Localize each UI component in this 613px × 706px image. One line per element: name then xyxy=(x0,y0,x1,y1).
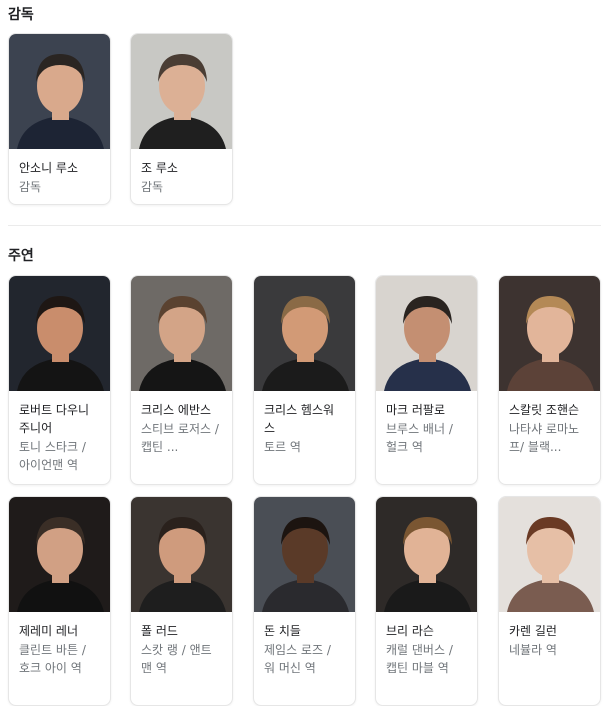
cast-member-card[interactable]: 마크 러팔로브루스 배너 / 헐크 역 xyxy=(375,275,478,485)
cast-member-role: 브루스 배너 / 헐크 역 xyxy=(386,422,453,454)
cast-member-photo[interactable] xyxy=(499,497,600,612)
director-card[interactable]: 안소니 루소감독 xyxy=(8,33,111,205)
cast-section-title: 주연 xyxy=(8,248,34,264)
cast-member-photo[interactable] xyxy=(131,276,232,391)
cast-member-name: 마크 러팔로 xyxy=(386,403,446,417)
director-photo[interactable] xyxy=(131,34,232,149)
section-divider xyxy=(8,225,601,226)
cast-member-photo[interactable] xyxy=(9,497,110,612)
director-name: 조 루소 xyxy=(141,161,178,175)
cast-member-name: 브리 라슨 xyxy=(386,624,434,638)
cast-member-card[interactable]: 크리스 에반스스티브 로저스 / 캡틴 ... xyxy=(130,275,233,485)
cast-member-role: 스티브 로저스 / 캡틴 ... xyxy=(141,422,219,454)
cast-member-photo[interactable] xyxy=(254,276,355,391)
director-photo[interactable] xyxy=(9,34,110,149)
cast-member-card[interactable]: 제레미 레너클린트 바튼 / 호크 아이 역 xyxy=(8,496,111,706)
cast-member-role: 나타샤 로마노프/ 블랙... xyxy=(509,422,580,454)
cast-member-photo[interactable] xyxy=(499,276,600,391)
cast-member-name: 스칼릿 조핸슨 xyxy=(509,403,580,417)
cast-member-card[interactable]: 로버트 다우니 주니어토니 스타크 / 아이언맨 역 xyxy=(8,275,111,485)
cast-member-role: 토르 역 xyxy=(264,440,301,454)
cast-member-card[interactable]: 폴 러드스캇 랭 / 앤트맨 역 xyxy=(130,496,233,706)
cast-member-role: 캐럴 댄버스 / 캡틴 마블 역 xyxy=(386,643,453,675)
cast-member-card[interactable]: 스칼릿 조핸슨나타샤 로마노프/ 블랙... xyxy=(498,275,601,485)
cast-member-photo[interactable] xyxy=(376,497,477,612)
cast-member-role: 네뷸라 역 xyxy=(509,643,557,657)
cast-member-card[interactable]: 돈 치들제임스 로즈 / 워 머신 역 xyxy=(253,496,356,706)
cast-member-name: 크리스 헴스워스 xyxy=(264,403,335,435)
cast-member-card[interactable]: 브리 라슨캐럴 댄버스 / 캡틴 마블 역 xyxy=(375,496,478,706)
cast-member-role: 스캇 랭 / 앤트맨 역 xyxy=(141,643,212,675)
director-role: 감독 xyxy=(141,180,164,194)
director-name: 안소니 루소 xyxy=(19,161,79,175)
cast-member-name: 크리스 에반스 xyxy=(141,403,212,417)
cast-member-photo[interactable] xyxy=(254,497,355,612)
cast-member-name: 돈 치들 xyxy=(264,624,301,638)
cast-member-photo[interactable] xyxy=(9,276,110,391)
cast-member-photo[interactable] xyxy=(131,497,232,612)
cast-member-name: 폴 러드 xyxy=(141,624,178,638)
cast-member-role: 클린트 바튼 / 호크 아이 역 xyxy=(19,643,86,675)
cast-member-role: 제임스 로즈 / 워 머신 역 xyxy=(264,643,331,675)
cast-member-card[interactable]: 크리스 헴스워스토르 역 xyxy=(253,275,356,485)
cast-member-card[interactable]: 카렌 길런네뷸라 역 xyxy=(498,496,601,706)
cast-member-photo[interactable] xyxy=(376,276,477,391)
director-role: 감독 xyxy=(19,180,42,194)
director-card[interactable]: 조 루소감독 xyxy=(130,33,233,205)
cast-member-name: 카렌 길런 xyxy=(509,624,557,638)
cast-member-role: 토니 스타크 / 아이언맨 역 xyxy=(19,440,86,472)
cast-member-name: 로버트 다우니 주니어 xyxy=(19,403,90,435)
cast-member-name: 제레미 레너 xyxy=(19,624,79,638)
directors-section-title: 감독 xyxy=(8,7,34,23)
